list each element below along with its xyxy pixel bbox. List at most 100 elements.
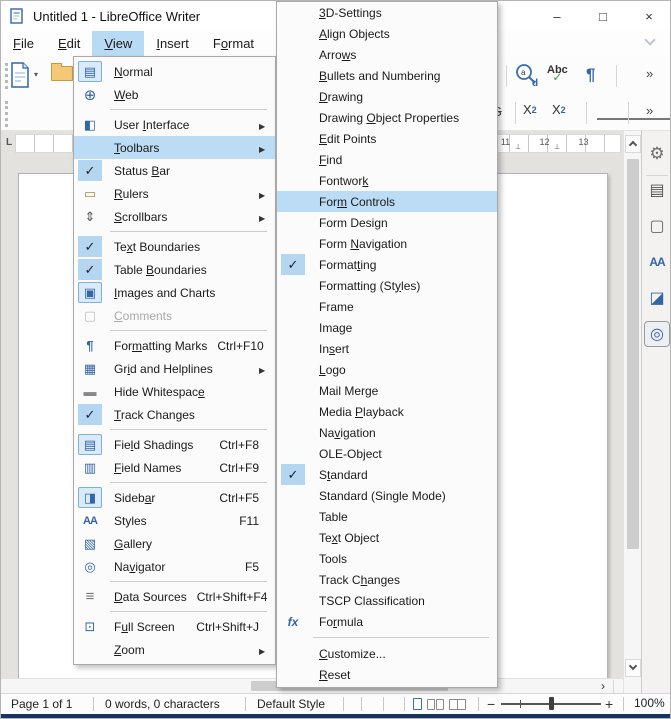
view-menu-item[interactable]: User Interface (74, 113, 275, 136)
view-menu-item[interactable]: Zoom (74, 638, 275, 661)
toolbars-submenu-item[interactable]: Bullets and Numbering (277, 65, 497, 86)
view-menu-item[interactable]: Formatting Marks Ctrl+F10 (74, 334, 275, 357)
view-menu-item[interactable]: Styles F11 (74, 509, 275, 532)
view-menu-item[interactable]: Normal (74, 60, 275, 83)
toolbars-submenu-item[interactable]: Drawing Object Properties (277, 107, 497, 128)
maximize-button[interactable]: □ (580, 1, 626, 31)
word-count-status[interactable]: 0 words, 0 characters (105, 697, 220, 711)
view-menu-item[interactable]: Hide Whitespace (74, 380, 275, 403)
tab-stop-selector[interactable]: L (3, 135, 15, 149)
view-menu-item[interactable] (74, 106, 275, 113)
view-menu-item[interactable] (74, 426, 275, 433)
toolbars-submenu-item[interactable]: Edit Points (277, 128, 497, 149)
toolbars-submenu-item[interactable]: Fontwork (277, 170, 497, 191)
zoom-percentage[interactable]: 100% (634, 696, 665, 710)
toolbars-submenu-item[interactable]: Reset (277, 664, 497, 685)
superscript-button[interactable]: X2 (523, 102, 537, 117)
view-menu-item[interactable]: Data Sources Ctrl+Shift+F4 (74, 585, 275, 608)
toolbars-submenu-item[interactable]: Track Changes (277, 569, 497, 590)
toolbars-submenu-item[interactable]: Form Controls (277, 191, 497, 212)
view-menu-item[interactable]: Gallery (74, 532, 275, 555)
toolbars-submenu-item[interactable]: 3D-Settings (277, 2, 497, 23)
toolbars-submenu-item[interactable]: Formula (277, 611, 497, 632)
navigator-deck-icon[interactable] (644, 321, 670, 347)
toolbars-submenu-item[interactable]: Table (277, 506, 497, 527)
page-count-status[interactable]: Page 1 of 1 (11, 697, 72, 711)
toolbars-submenu-item[interactable]: Arrows (277, 44, 497, 65)
zoom-in-button[interactable]: + (605, 696, 613, 712)
view-menu-item[interactable]: Scrollbars (74, 205, 275, 228)
chevron-down-icon[interactable] (645, 35, 654, 44)
properties-deck-icon[interactable] (644, 177, 670, 203)
view-menu-item[interactable] (74, 327, 275, 334)
view-menu-item[interactable] (74, 228, 275, 235)
toolbar-overflow-button[interactable]: » (646, 103, 653, 118)
toolbars-submenu-item[interactable]: Navigation (277, 422, 497, 443)
scroll-up-button[interactable] (625, 135, 641, 153)
toolbars-submenu-item[interactable]: Image (277, 317, 497, 338)
toolbars-submenu-item[interactable]: Standard (Single Mode) (277, 485, 497, 506)
toolbars-submenu-item[interactable]: Media Playback (277, 401, 497, 422)
minimize-button[interactable]: – (534, 1, 580, 31)
toolbar-overflow-button[interactable]: » (646, 66, 653, 81)
view-menu-item[interactable]: Images and Charts (74, 281, 275, 304)
view-menu-item[interactable]: Navigator F5 (74, 555, 275, 578)
toolbars-submenu-item[interactable]: Standard (277, 464, 497, 485)
vertical-scrollbar[interactable] (623, 131, 641, 693)
scroll-right-button[interactable]: › (595, 679, 611, 693)
toolbars-submenu-item[interactable]: Form Navigation (277, 233, 497, 254)
toolbars-submenu-item[interactable]: Mail Merge (277, 380, 497, 401)
toolbars-submenu-item[interactable]: Tools (277, 548, 497, 569)
menubar-item[interactable]: View (92, 31, 144, 56)
settings-gear-icon[interactable] (644, 141, 670, 167)
toolbars-submenu-item[interactable]: Formatting (Styles) (277, 275, 497, 296)
toolbars-submenu-item[interactable]: Form Design (277, 212, 497, 233)
close-button[interactable]: × (626, 1, 671, 31)
single-page-view-icon[interactable] (413, 698, 422, 710)
toolbars-submenu-item[interactable]: Text Object (277, 527, 497, 548)
toolbars-submenu-item[interactable] (277, 632, 497, 643)
book-view-icon[interactable] (449, 699, 466, 710)
toolbars-submenu-item[interactable]: Insert (277, 338, 497, 359)
clear-formatting-button[interactable]: A (597, 102, 671, 120)
menubar-item[interactable]: Format (201, 31, 266, 56)
new-document-button[interactable] (9, 62, 31, 88)
gallery-deck-icon[interactable] (644, 285, 670, 311)
view-menu-item[interactable]: Field Shadings Ctrl+F8 (74, 433, 275, 456)
subscript-button[interactable]: X2 (552, 102, 566, 117)
view-menu-item[interactable]: Sidebar Ctrl+F5 (74, 486, 275, 509)
menubar-item[interactable]: File (1, 31, 46, 56)
view-menu-item[interactable]: Text Boundaries (74, 235, 275, 258)
toolbars-submenu-item[interactable]: Customize... (277, 643, 497, 664)
view-menu-item[interactable]: Rulers (74, 182, 275, 205)
formatting-marks-button[interactable]: ¶ (586, 65, 595, 85)
view-menu-item[interactable]: Track Changes (74, 403, 275, 426)
menubar-item[interactable]: Edit (46, 31, 92, 56)
scroll-down-button[interactable] (625, 659, 641, 677)
view-menu-item[interactable] (74, 578, 275, 585)
view-menu-item[interactable]: Comments (74, 304, 275, 327)
toolbar-grip[interactable] (5, 101, 9, 127)
toolbars-submenu-item[interactable]: TSCP Classification (277, 590, 497, 611)
view-menu-item[interactable] (74, 479, 275, 486)
zoom-out-button[interactable]: − (487, 696, 495, 712)
toolbars-submenu-item[interactable]: Align Objects (277, 23, 497, 44)
view-menu-item[interactable]: Table Boundaries (74, 258, 275, 281)
multi-page-view-icon[interactable] (427, 699, 444, 710)
toolbars-submenu-item[interactable]: Formatting (277, 254, 497, 275)
menubar-item[interactable]: Insert (144, 31, 201, 56)
page-style-status[interactable]: Default Style (257, 697, 325, 711)
view-menu-item[interactable]: Toolbars (74, 136, 275, 159)
toolbars-submenu-item[interactable]: Find (277, 149, 497, 170)
toolbars-submenu-item[interactable]: Drawing (277, 86, 497, 107)
toolbars-submenu-item[interactable]: OLE-Object (277, 443, 497, 464)
view-menu-item[interactable]: Grid and Helplines (74, 357, 275, 380)
styles-deck-icon[interactable] (644, 249, 670, 275)
zoom-slider-handle[interactable] (549, 697, 554, 710)
open-file-icon[interactable] (51, 66, 73, 81)
spellcheck-button[interactable]: Abc ✓ (547, 65, 568, 82)
view-menu-item[interactable]: Web (74, 83, 275, 106)
view-menu-item[interactable] (74, 608, 275, 615)
vertical-scrollbar-thumb[interactable] (627, 159, 639, 549)
new-document-dropdown-caret[interactable]: ▾ (34, 70, 38, 79)
